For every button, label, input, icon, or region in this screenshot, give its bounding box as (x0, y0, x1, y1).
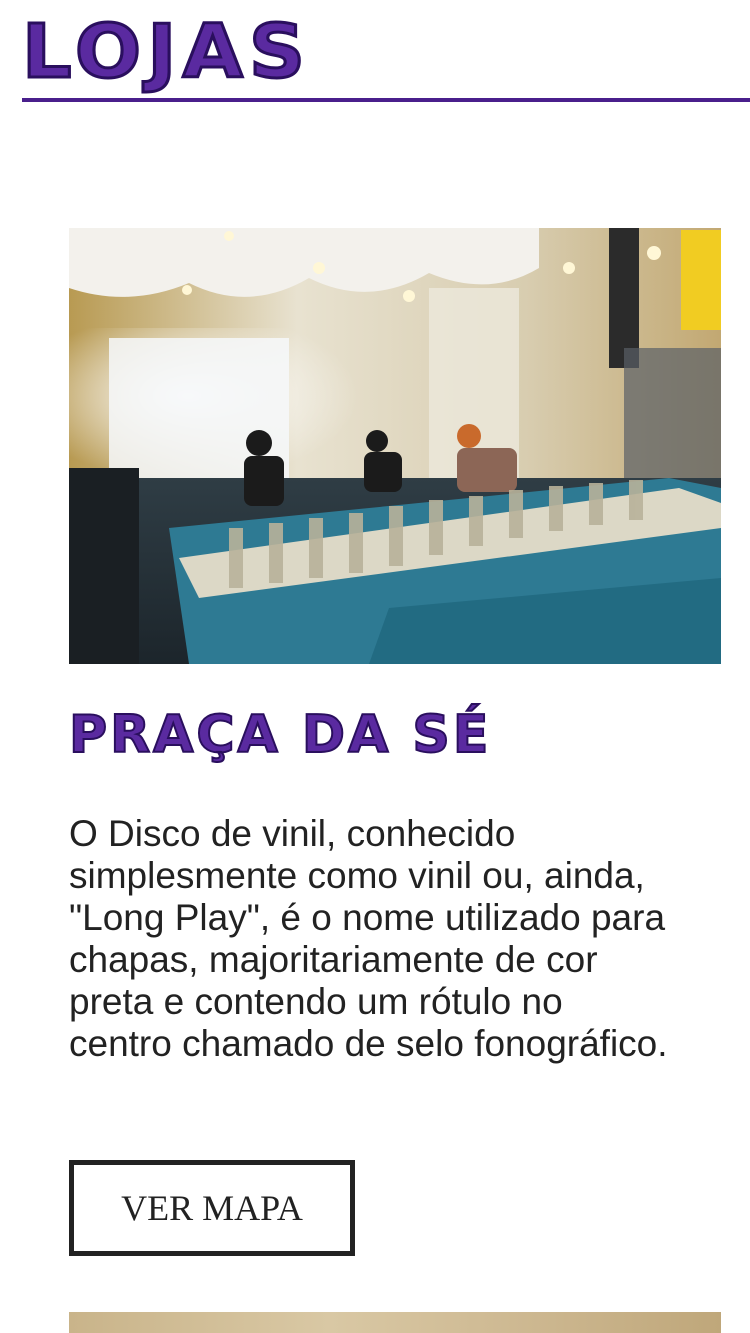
page-header: LOJAS (20, 0, 750, 102)
next-store-photo (69, 1312, 721, 1333)
view-map-button[interactable]: VER MAPA (69, 1160, 355, 1256)
page-title: LOJAS (20, 9, 312, 96)
store-photo (69, 228, 721, 664)
store-description: O Disco de vinil, conhecido simplesmente… (69, 813, 668, 1064)
store-name: PRAÇA DA SÉ (68, 704, 492, 766)
